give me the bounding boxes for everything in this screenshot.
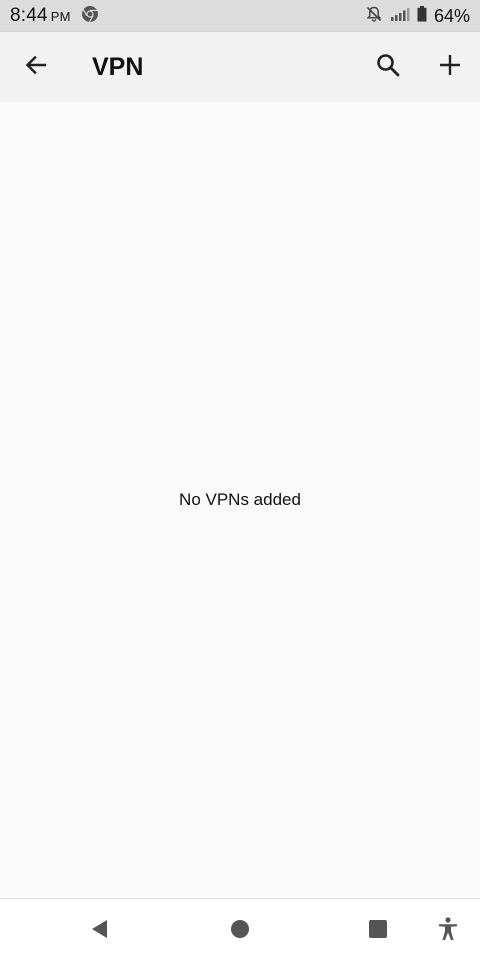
nav-home-button[interactable]	[220, 911, 260, 951]
status-bar-right: 64%	[365, 5, 470, 28]
add-icon	[438, 53, 462, 82]
nav-accessibility-button[interactable]	[428, 911, 468, 951]
nav-recents-button[interactable]	[358, 911, 398, 951]
status-bar: 8:44 PM 64%	[0, 0, 480, 32]
notifications-off-icon	[365, 5, 383, 28]
battery-percent: 64%	[433, 5, 470, 26]
signal-icon	[390, 7, 410, 26]
home-circle-icon	[230, 919, 250, 944]
recents-square-icon	[368, 919, 388, 944]
add-vpn-button[interactable]	[428, 45, 472, 89]
back-arrow-icon	[24, 53, 48, 82]
status-bar-left: 8:44 PM	[10, 5, 99, 28]
search-icon	[375, 52, 401, 83]
status-time: 8:44 PM	[10, 5, 71, 27]
status-time-value: 8:44	[10, 5, 48, 26]
vpn-list-area: No VPNs added	[0, 102, 480, 898]
battery-icon	[417, 5, 427, 27]
app-bar: VPN	[0, 32, 480, 102]
empty-state-message: No VPNs added	[179, 490, 301, 509]
page-title: VPN	[92, 52, 144, 81]
accessibility-icon	[437, 916, 459, 946]
back-button[interactable]	[14, 45, 58, 89]
nav-back-button[interactable]	[80, 911, 120, 951]
back-triangle-icon	[89, 918, 111, 945]
status-time-ampm: PM	[50, 9, 71, 24]
chrome-icon	[81, 5, 99, 28]
search-button[interactable]	[366, 45, 410, 89]
navigation-bar	[0, 898, 480, 960]
